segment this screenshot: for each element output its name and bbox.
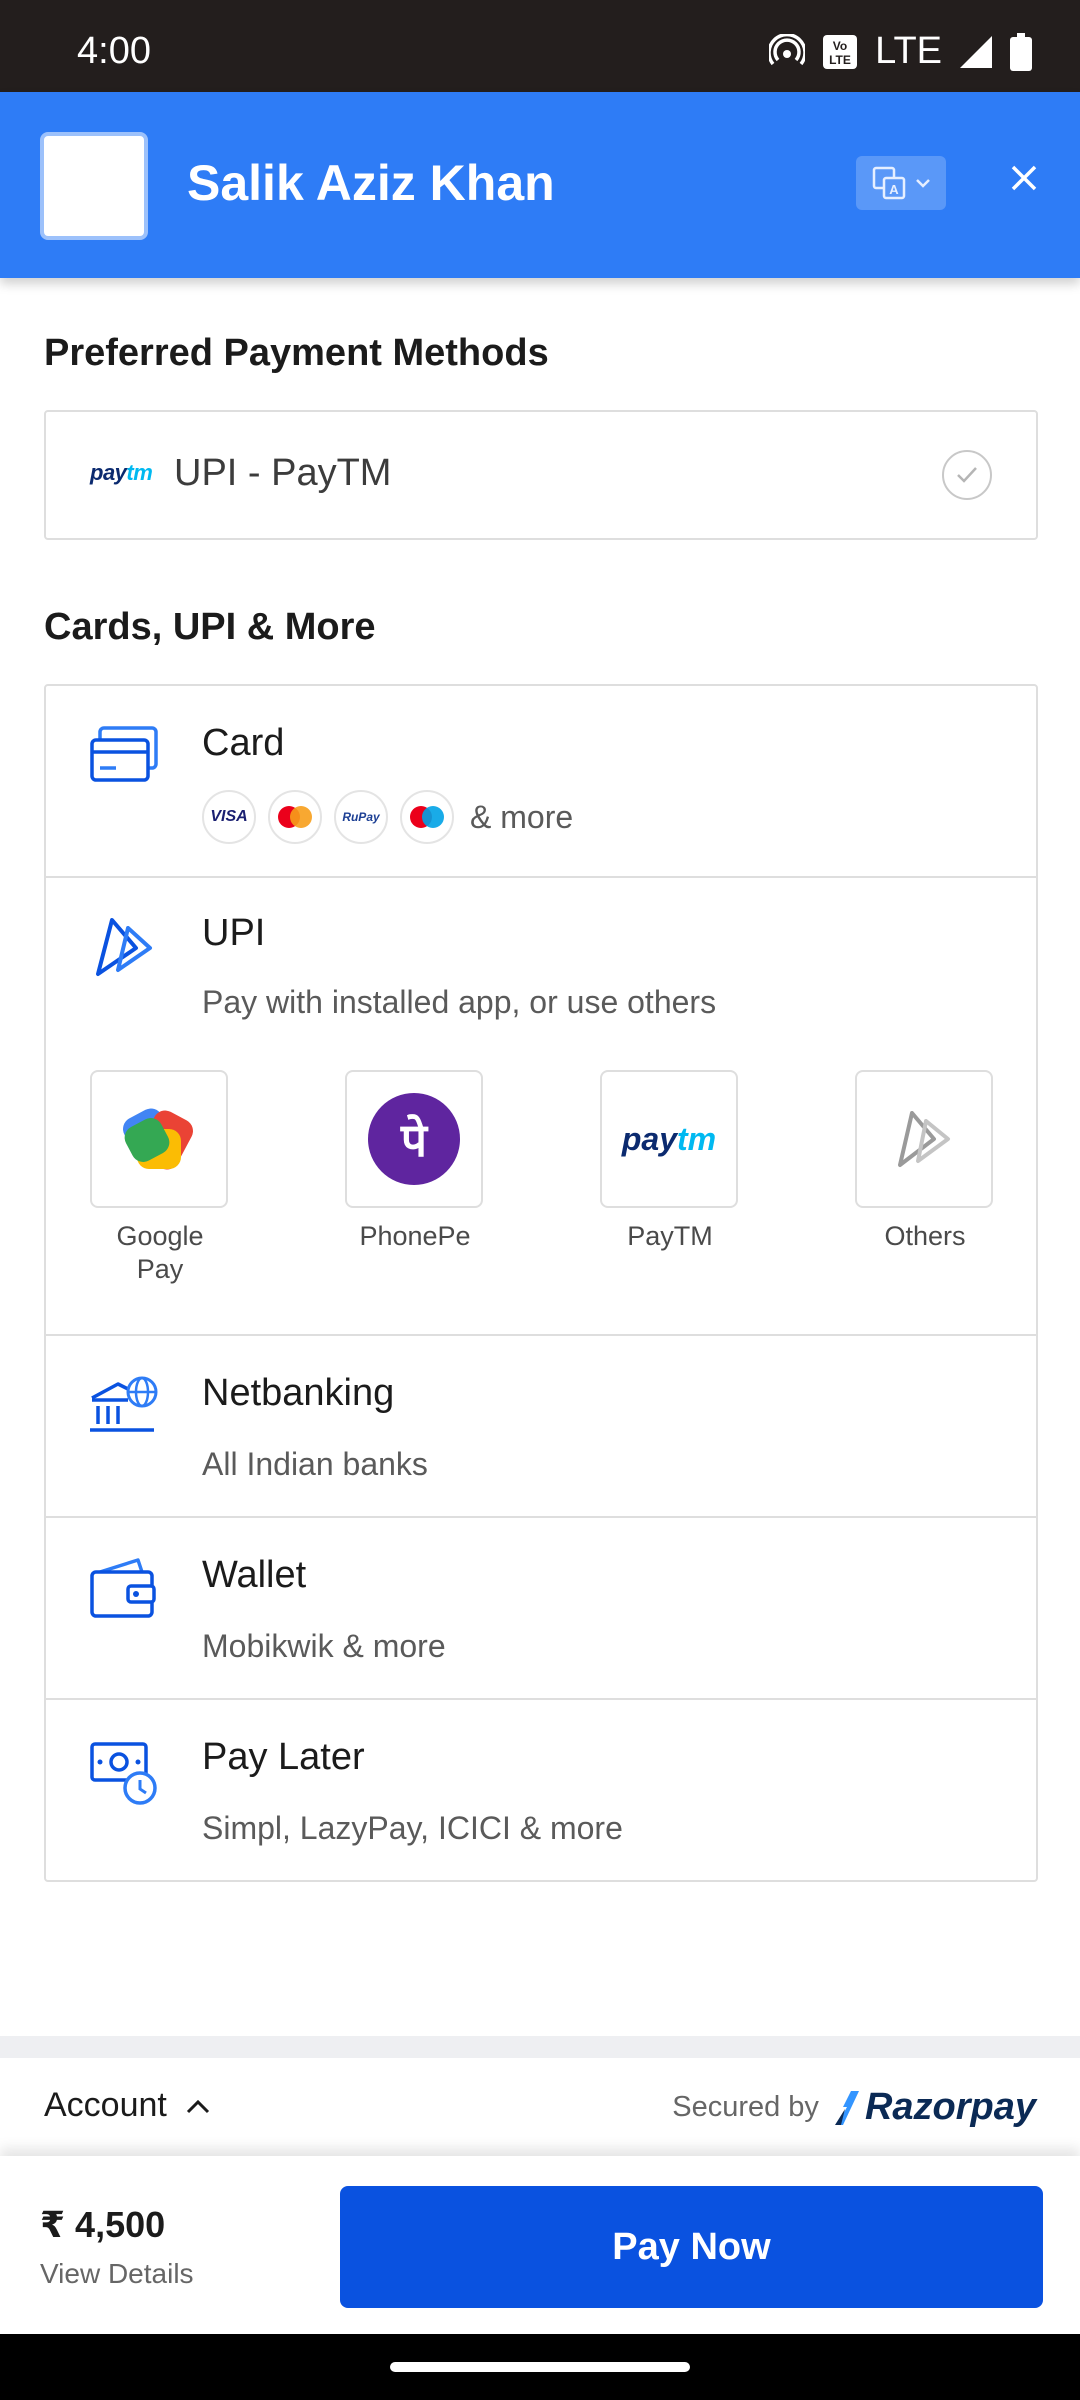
mastercard-logo <box>268 790 322 844</box>
svg-text:LTE: LTE <box>829 53 851 67</box>
svg-text:Vo: Vo <box>833 39 847 53</box>
upi-app-label: PayTM <box>627 1221 713 1251</box>
account-toggle[interactable]: Account <box>44 2086 211 2125</box>
account-label: Account <box>44 2086 167 2124</box>
paytm-logo: paytm <box>600 1070 738 1208</box>
merchant-name: Salik Aziz Khan <box>187 155 555 211</box>
merchant-logo <box>40 132 148 240</box>
upi-icon <box>96 918 152 976</box>
upi-app-google-pay[interactable]: Google Pay <box>90 1070 230 1286</box>
status-time: 4:00 <box>77 30 151 72</box>
method-wallet-subtitle: Mobikwik & more <box>202 1628 446 1664</box>
checkout-header: Salik Aziz Khan A <box>0 92 1080 278</box>
razorpay-mark-icon <box>834 2090 859 2125</box>
total-amount: ₹ 4,500 <box>40 2204 166 2245</box>
volte-icon: Vo LTE <box>823 34 858 69</box>
pay-now-button[interactable]: Pay Now <box>340 2186 1043 2308</box>
phonepe-logo: पे <box>345 1070 483 1208</box>
upi-app-label: Google Pay <box>116 1221 204 1284</box>
upi-apps: Google Pay पे PhonePe paytm PayTM Others <box>90 1070 993 1290</box>
chevron-up-icon <box>186 2099 209 2113</box>
payment-methods-list: Card VISA RuPay & more UPI Pay with inst… <box>44 684 1038 1882</box>
upi-app-label: Others <box>884 1221 966 1251</box>
hotspot-icon <box>769 33 806 65</box>
phonepe-glyph: पे <box>368 1093 460 1185</box>
method-wallet[interactable]: Wallet Mobikwik & more <box>46 1518 1036 1700</box>
status-icons: Vo LTE LTE <box>769 30 1032 73</box>
method-upi[interactable]: UPI Pay with installed app, or use other… <box>46 878 1036 1336</box>
network-type: LTE <box>875 30 942 72</box>
method-paylater[interactable]: Pay Later Simpl, LazyPay, ICICI & more <box>46 1700 1036 1880</box>
signal-icon <box>960 35 992 68</box>
upi-app-others[interactable]: Others <box>855 1070 995 1253</box>
method-paylater-subtitle: Simpl, LazyPay, ICICI & more <box>202 1810 623 1846</box>
status-bar: 4:00 Vo LTE LTE <box>0 0 1080 92</box>
razorpay-logo: Razorpay <box>833 2086 1036 2129</box>
svg-text:A: A <box>889 182 899 197</box>
method-netbanking[interactable]: Netbanking All Indian banks <box>46 1336 1036 1518</box>
close-icon <box>1011 165 1037 191</box>
method-paylater-title: Pay Later <box>202 1736 365 1778</box>
method-netbanking-subtitle: All Indian banks <box>202 1446 428 1482</box>
wallet-icon <box>90 1558 156 1618</box>
close-button[interactable] <box>1002 156 1046 200</box>
card-brands: VISA RuPay & more <box>202 790 573 844</box>
google-pay-logo <box>90 1070 228 1208</box>
method-card[interactable]: Card VISA RuPay & more <box>46 686 1036 878</box>
home-gesture-pill[interactable] <box>390 2362 690 2372</box>
bank-icon <box>90 1376 158 1432</box>
preferred-method-label: UPI - PayTM <box>174 452 392 494</box>
card-brands-more: & more <box>470 798 574 835</box>
paytm-logo: paytm <box>90 460 153 485</box>
pay-bar: ₹ 4,500 View Details Pay Now <box>0 2156 1080 2334</box>
method-netbanking-title: Netbanking <box>202 1372 395 1414</box>
method-wallet-title: Wallet <box>202 1554 307 1596</box>
visa-logo: VISA <box>202 790 256 844</box>
maestro-logo <box>400 790 454 844</box>
check-icon <box>942 450 992 500</box>
paylater-icon <box>90 1742 157 1805</box>
secured-by: Secured by Razorpay <box>672 2086 1036 2129</box>
system-nav-bar <box>0 2334 1080 2400</box>
chevron-down-icon <box>916 179 930 188</box>
translate-icon: A <box>872 166 906 200</box>
preferred-section-title: Preferred Payment Methods <box>44 332 549 374</box>
upi-app-label: PhonePe <box>359 1221 471 1251</box>
secured-by-text: Secured by <box>672 2091 819 2123</box>
upi-others-icon <box>855 1070 993 1208</box>
battery-icon <box>1010 32 1032 71</box>
method-upi-subtitle: Pay with installed app, or use others <box>202 984 717 1020</box>
upi-app-paytm[interactable]: paytm PayTM <box>600 1070 740 1253</box>
razorpay-wordmark: Razorpay <box>864 2086 1036 2128</box>
card-icon <box>90 726 158 782</box>
footer-divider <box>0 2036 1080 2058</box>
language-selector[interactable]: A <box>856 156 946 210</box>
method-upi-title: UPI <box>202 912 266 954</box>
upi-app-phonepe[interactable]: पे PhonePe <box>345 1070 485 1253</box>
rupay-logo: RuPay <box>334 790 388 844</box>
preferred-method-upi-paytm[interactable]: paytm UPI - PayTM <box>44 410 1038 540</box>
view-details-link[interactable]: View Details <box>40 2258 194 2290</box>
footer-info-bar: Account Secured by Razorpay <box>0 2058 1080 2158</box>
methods-section-title: Cards, UPI & More <box>44 606 376 648</box>
method-card-title: Card <box>202 722 285 764</box>
